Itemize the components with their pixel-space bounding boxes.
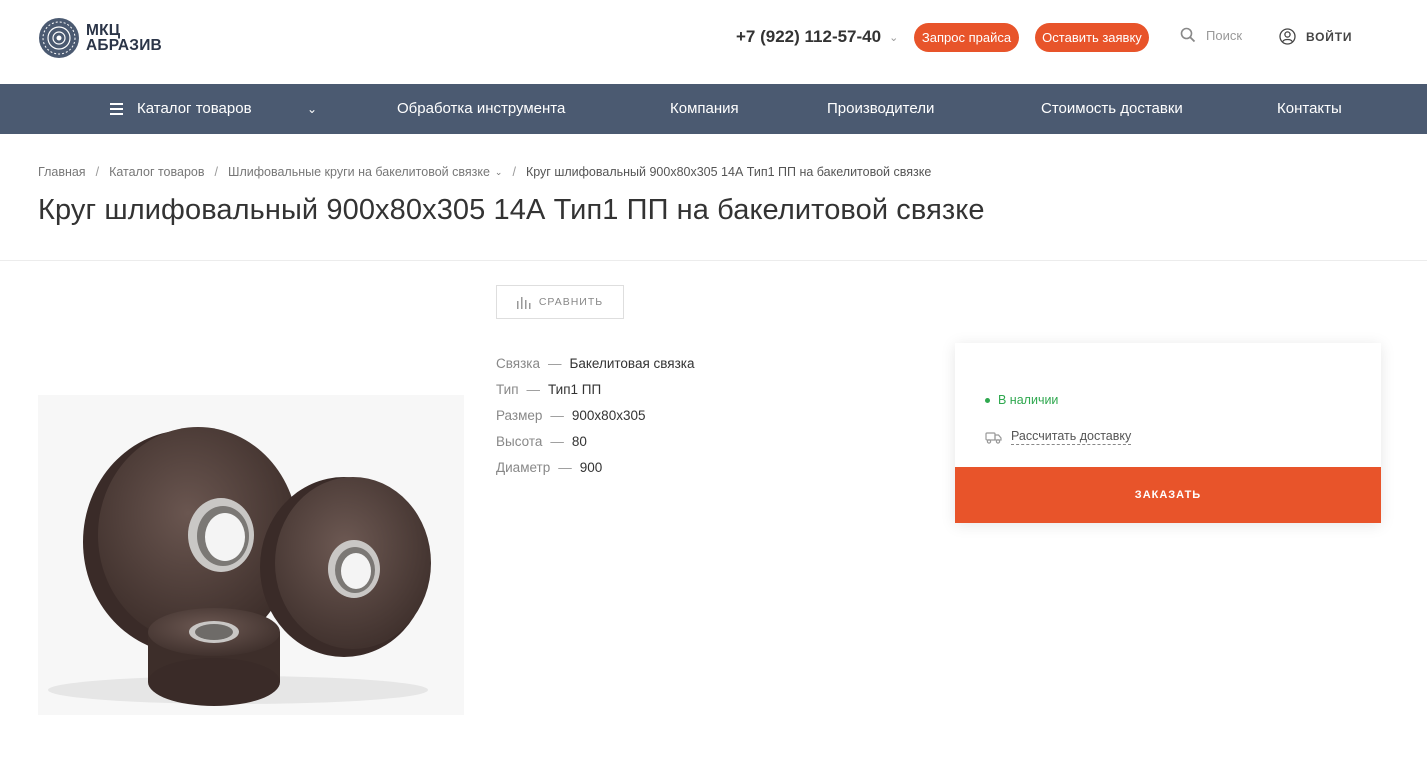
menu-icon — [110, 103, 123, 115]
stock-status: В наличии — [985, 393, 1058, 407]
product-properties: Связка — Бакелитовая связка Тип — Тип1 ПП Ра… — [496, 355, 695, 485]
property-row: Диаметр — 900 — [496, 459, 695, 485]
property-name: Диаметр — [496, 460, 551, 475]
logo-wheel-icon — [39, 18, 79, 58]
property-row: Тип — Тип1 ПП — [496, 381, 695, 407]
property-dash: — — [550, 408, 564, 423]
property-dash: — — [550, 434, 564, 449]
property-row: Высота — 80 — [496, 433, 695, 459]
nav-item-tool-processing[interactable]: Обработка инструмента — [397, 84, 565, 134]
property-name: Размер — [496, 408, 543, 423]
breadcrumb: Главная / Каталог товаров / Шлифовальные… — [38, 165, 931, 179]
property-name: Тип — [496, 382, 519, 397]
buy-card: В наличии Рассчитать доставку ЗАКАЗАТЬ — [955, 343, 1381, 523]
logo-line-2: АБРАЗИВ — [86, 37, 162, 54]
product-image[interactable] — [38, 395, 464, 715]
divider — [0, 260, 1427, 261]
property-value: Тип1 ПП — [548, 382, 602, 397]
site-logo[interactable]: МКЦ АБРАЗИВ — [38, 17, 162, 59]
phone-number: +7 (922) 112-57-40 — [736, 27, 882, 46]
breadcrumb-catalog[interactable]: Каталог товаров — [109, 165, 204, 179]
property-dash: — — [558, 460, 572, 475]
compare-icon — [516, 296, 531, 309]
price-request-button[interactable]: Запрос прайса — [914, 23, 1019, 52]
page-title: Круг шлифовальный 900x80x305 14А Тип1 ПП… — [38, 194, 985, 226]
phone-dropdown[interactable]: +7 (922) 112-57-40 ⌄ — [736, 27, 898, 47]
compare-label: СРАВНИТЬ — [538, 296, 604, 308]
breadcrumb-separator: / — [214, 165, 218, 179]
chevron-down-icon[interactable]: ⌄ — [307, 84, 317, 134]
search-icon — [1180, 27, 1196, 43]
nav-item-contacts[interactable]: Контакты — [1277, 84, 1342, 134]
main-nav: Каталог товаров ⌄ Обработка инструмента … — [0, 84, 1427, 134]
breadcrumb-separator: / — [512, 165, 516, 179]
stock-label: В наличии — [998, 393, 1059, 407]
logo-text: МКЦ АБРАЗИВ — [86, 22, 162, 54]
login-button[interactable]: ВОЙТИ — [1279, 28, 1352, 45]
property-row: Размер — 900x80x305 — [496, 407, 695, 433]
nav-item-catalog[interactable]: Каталог товаров — [110, 84, 252, 134]
logo-line-1: МКЦ — [86, 22, 121, 39]
grinding-wheels-image — [48, 427, 431, 706]
search-placeholder: Поиск — [1206, 27, 1243, 43]
search-trigger[interactable]: Поиск — [1180, 27, 1242, 43]
property-row: Связка — Бакелитовая связка — [496, 355, 695, 381]
breadcrumb-category[interactable]: Шлифовальные круги на бакелитовой связке — [228, 165, 490, 179]
user-icon — [1279, 28, 1296, 45]
stock-dot-icon — [985, 397, 990, 403]
login-label: ВОЙТИ — [1306, 29, 1353, 44]
property-value: 900 — [579, 460, 603, 475]
nav-item-delivery-cost[interactable]: Стоимость доставки — [1041, 84, 1183, 134]
chevron-down-icon[interactable]: ⌄ — [495, 167, 503, 178]
breadcrumb-current: Круг шлифовальный 900x80x305 14А Тип1 ПП… — [525, 165, 932, 179]
nav-item-manufacturers[interactable]: Производители — [827, 84, 934, 134]
property-name: Связка — [496, 356, 540, 371]
breadcrumb-home[interactable]: Главная — [38, 165, 86, 179]
nav-item-company[interactable]: Компания — [670, 84, 739, 134]
order-button[interactable]: ЗАКАЗАТЬ — [955, 467, 1381, 523]
leave-request-button[interactable]: Оставить заявку — [1035, 23, 1149, 52]
property-value: 900x80x305 — [571, 408, 646, 423]
chevron-down-icon: ⌄ — [889, 31, 899, 44]
delivery-label: Рассчитать доставку — [1011, 429, 1132, 445]
property-name: Высота — [496, 434, 543, 449]
property-dash: — — [526, 382, 541, 397]
compare-button[interactable]: СРАВНИТЬ — [496, 285, 624, 319]
calculate-delivery-link[interactable]: Рассчитать доставку — [985, 429, 1132, 445]
truck-icon — [985, 432, 1002, 444]
property-value: Бакелитовая связка — [569, 356, 695, 371]
nav-item-label: Каталог товаров — [137, 100, 252, 117]
breadcrumb-separator: / — [95, 165, 100, 179]
site-header: МКЦ АБРАЗИВ +7 (922) 112-57-40 ⌄ Запрос … — [0, 0, 1427, 84]
property-dash: — — [547, 356, 562, 371]
property-value: 80 — [571, 434, 587, 449]
